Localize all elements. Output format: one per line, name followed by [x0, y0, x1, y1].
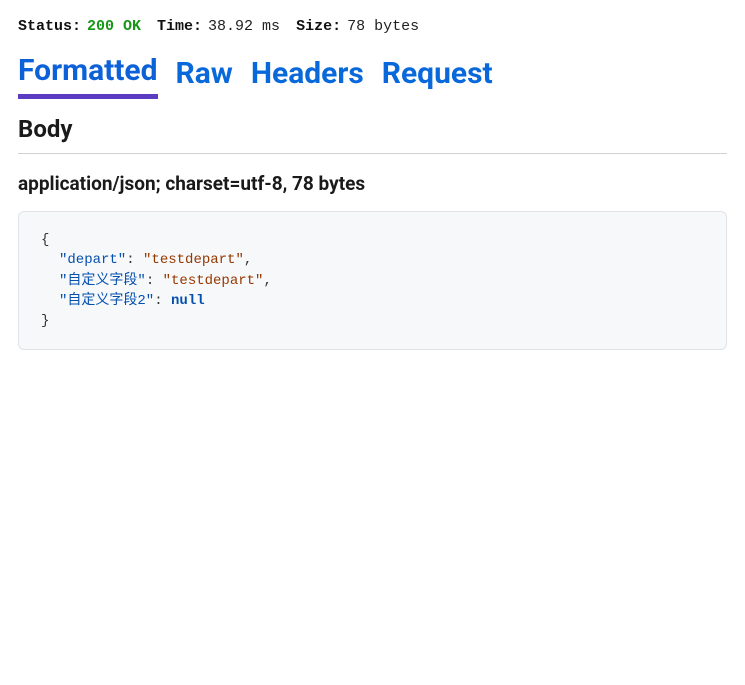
- tab-request[interactable]: Request: [382, 53, 493, 99]
- json-value: "testdepart": [163, 273, 264, 289]
- tab-raw[interactable]: Raw: [176, 53, 233, 99]
- json-value: "testdepart": [143, 252, 244, 268]
- json-brace-open: {: [41, 232, 49, 248]
- time-label: Time:: [157, 18, 202, 35]
- json-key: "自定义字段2": [59, 293, 154, 309]
- size-value: 78 bytes: [347, 18, 419, 35]
- tab-formatted[interactable]: Formatted: [18, 53, 158, 99]
- time-value: 38.92 ms: [208, 18, 280, 35]
- response-tabs: Formatted Raw Headers Request: [18, 53, 727, 99]
- size-label: Size:: [296, 18, 341, 35]
- content-type-line: application/json; charset=utf-8, 78 byte…: [18, 172, 727, 195]
- json-key: "自定义字段": [59, 273, 146, 289]
- status-label: Status:: [18, 18, 81, 35]
- json-value-null: null: [171, 293, 205, 309]
- json-brace-close: }: [41, 313, 49, 329]
- response-status-bar: Status: 200 OK Time: 38.92 ms Size: 78 b…: [18, 18, 727, 35]
- response-body-json: { "depart": "testdepart", "自定义字段": "test…: [18, 211, 727, 350]
- body-section-title: Body: [18, 115, 727, 154]
- json-key: "depart": [59, 252, 126, 268]
- tab-headers[interactable]: Headers: [251, 53, 364, 99]
- status-value: 200 OK: [87, 18, 141, 35]
